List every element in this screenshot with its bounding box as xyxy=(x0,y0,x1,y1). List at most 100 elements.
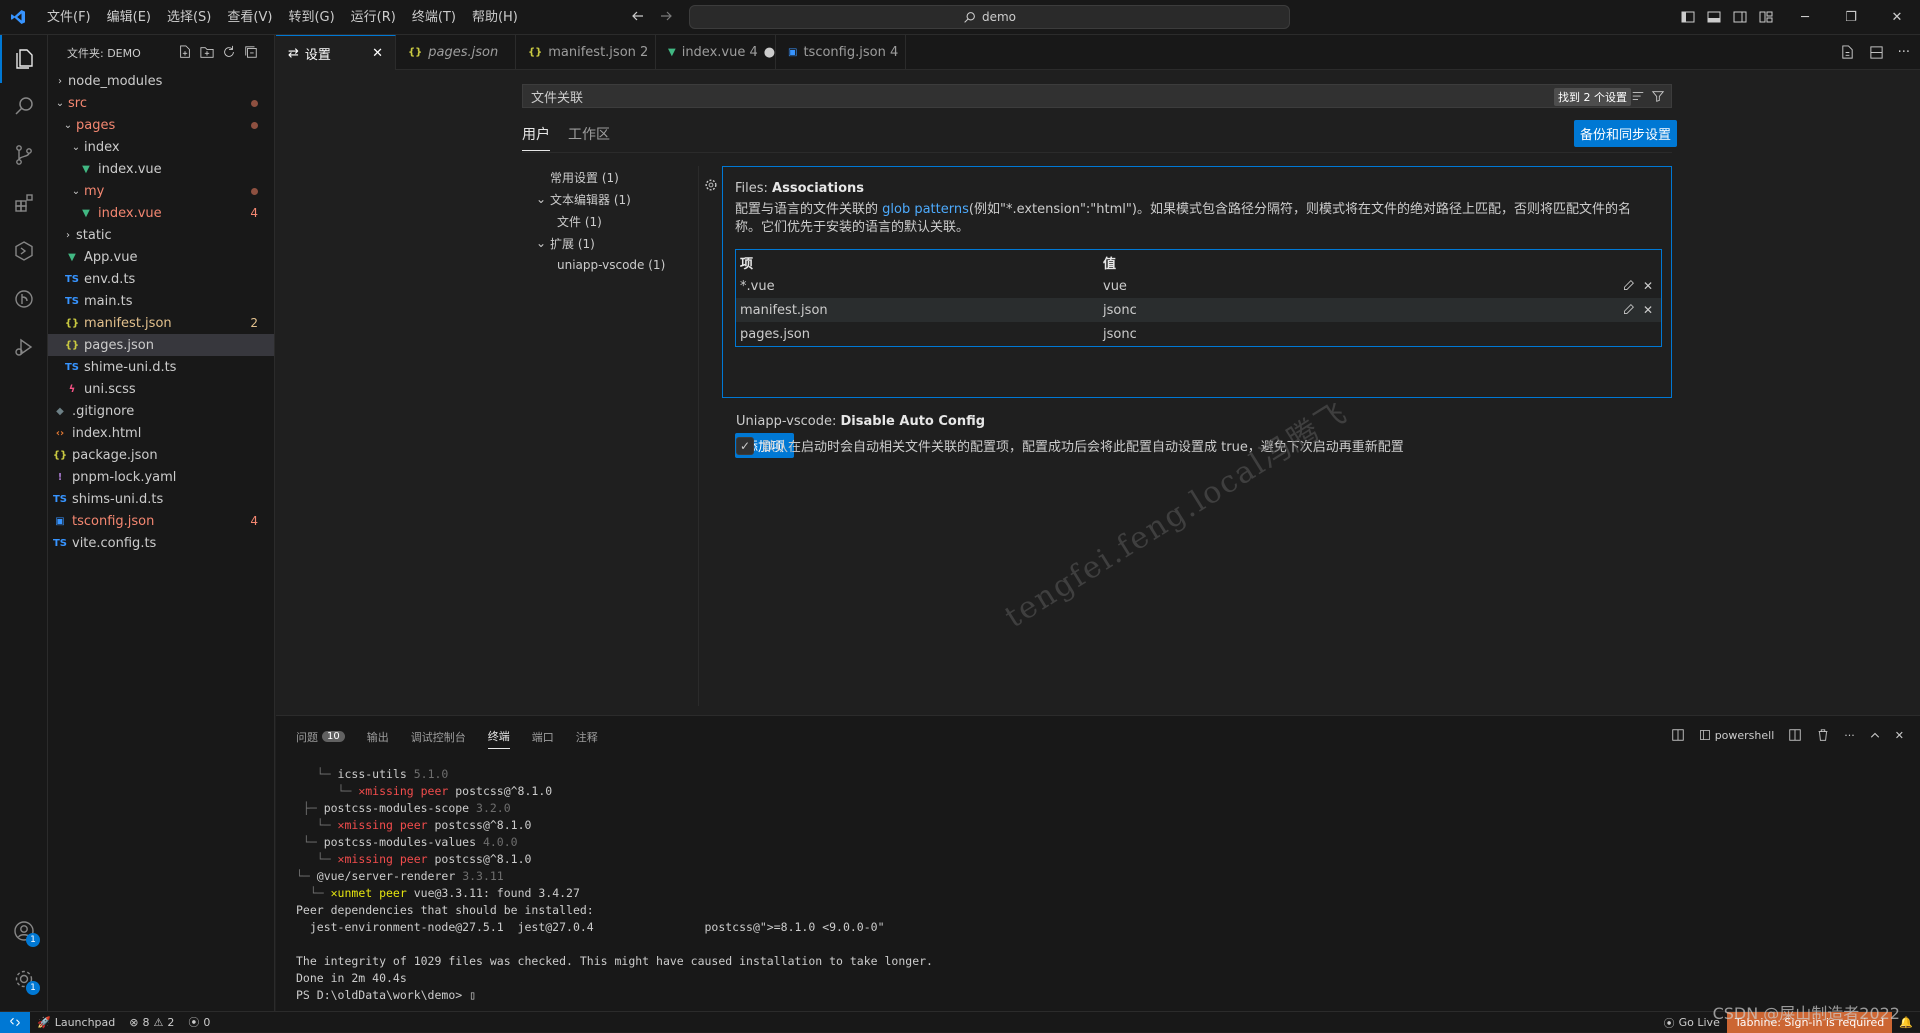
back-arrow-icon[interactable] xyxy=(630,8,646,24)
tree-file-gitignore[interactable]: ◆ .gitignore xyxy=(48,400,274,422)
split-editor-icon[interactable] xyxy=(1869,45,1884,60)
tab-settings[interactable]: ⇄ 设置 ✕ xyxy=(276,35,396,70)
restore-icon[interactable]: ❐ xyxy=(1828,0,1874,35)
tree-file-shims-uni-d-ts[interactable]: TS shims-uni.d.ts xyxy=(48,488,274,510)
toc-common[interactable]: 常用设置 (1) xyxy=(536,166,676,188)
terminal-output[interactable]: └─ icss-utils 5.1.0 └─ ✕missing peer pos… xyxy=(296,766,933,1004)
search-icon[interactable] xyxy=(0,83,48,131)
tab-problems[interactable]: 问题 10 xyxy=(296,728,345,749)
tab-debug-console[interactable]: 调试控制台 xyxy=(411,728,466,749)
unsaved-dot-icon[interactable]: ● xyxy=(764,45,775,60)
tab-ports[interactable]: 端口 xyxy=(532,728,554,749)
run-debug-icon[interactable] xyxy=(0,323,48,371)
glob-patterns-link[interactable]: glob patterns xyxy=(882,202,969,217)
close-tab-icon[interactable]: ✕ xyxy=(372,46,383,61)
table-row[interactable]: pages.json jsonc xyxy=(736,322,1661,346)
forward-arrow-icon[interactable] xyxy=(658,8,674,24)
toc-uniapp-vscode[interactable]: uniapp-vscode (1) xyxy=(536,254,676,276)
tree-file-index-vue[interactable]: ▼ index.vue xyxy=(48,158,274,180)
more-actions-icon[interactable]: ··· xyxy=(1844,729,1855,742)
tab-workspace[interactable]: 工作区 xyxy=(568,124,610,151)
tab-user[interactable]: 用户 xyxy=(522,124,550,151)
new-folder-icon[interactable] xyxy=(200,45,214,59)
tab-comments[interactable]: 注释 xyxy=(576,728,598,749)
accounts-icon[interactable]: 1 xyxy=(0,907,48,955)
table-row[interactable]: *.vue vue ✕ xyxy=(736,274,1661,298)
menu-selection[interactable]: 选择(S) xyxy=(159,0,219,35)
close-panel-icon[interactable]: ✕ xyxy=(1895,729,1904,742)
menu-help[interactable]: 帮助(H) xyxy=(464,0,526,35)
edit-item-icon[interactable] xyxy=(1622,279,1635,293)
menu-go[interactable]: 转到(G) xyxy=(280,0,342,35)
tree-file-index-html[interactable]: ‹› index.html xyxy=(48,422,274,444)
tab-index-vue[interactable]: ▼ index.vue 4 ● xyxy=(656,35,776,70)
tree-file-app-vue[interactable]: ▼ App.vue xyxy=(48,246,274,268)
open-settings-json-icon[interactable] xyxy=(1840,45,1855,60)
table-row[interactable]: manifest.json jsonc ✕ xyxy=(736,298,1661,322)
maximize-panel-icon[interactable] xyxy=(1869,729,1881,741)
tree-file-my-index-vue[interactable]: ▼ index.vue 4 xyxy=(48,202,274,224)
menu-view[interactable]: 查看(V) xyxy=(219,0,280,35)
remove-item-icon[interactable]: ✕ xyxy=(1643,303,1653,317)
toc-extensions[interactable]: ⌄ 扩展 (1) xyxy=(536,232,676,254)
gitlens-icon[interactable] xyxy=(0,275,48,323)
manage-gear-icon[interactable]: 1 xyxy=(0,955,48,1003)
tree-folder-pages[interactable]: ⌄ pages xyxy=(48,114,274,136)
close-window-icon[interactable]: ✕ xyxy=(1874,0,1920,35)
toc-text-editor[interactable]: ⌄ 文本编辑器 (1) xyxy=(536,188,676,210)
command-center-search[interactable]: demo xyxy=(689,5,1290,29)
remove-item-icon[interactable]: ✕ xyxy=(1643,279,1653,293)
extensions-icon[interactable] xyxy=(0,179,48,227)
tree-file-env-d-ts[interactable]: TS env.d.ts xyxy=(48,268,274,290)
tree-file-vite-config-ts[interactable]: TS vite.config.ts xyxy=(48,532,274,554)
tab-terminal[interactable]: 终端 xyxy=(487,728,510,749)
tab-pages-json[interactable]: {} pages.json xyxy=(396,35,516,70)
clear-filter-icon[interactable] xyxy=(1631,89,1645,103)
toc-files[interactable]: 文件 (1) xyxy=(536,210,676,232)
kill-terminal-icon[interactable] xyxy=(1816,728,1830,742)
menu-edit[interactable]: 编辑(E) xyxy=(99,0,159,35)
explorer-icon[interactable] xyxy=(0,35,48,83)
problems-status[interactable]: ⊗ 8 ⚠ 2 xyxy=(122,1016,181,1029)
settings-search-input[interactable]: 文件关联 找到 2 个设置 xyxy=(522,84,1672,108)
setting-gear-icon[interactable] xyxy=(704,178,718,192)
menu-terminal[interactable]: 终端(T) xyxy=(404,0,464,35)
edit-item-icon[interactable] xyxy=(1622,303,1635,317)
menu-run[interactable]: 运行(R) xyxy=(343,0,404,35)
tree-file-shime-uni-d-ts[interactable]: TS shime-uni.d.ts xyxy=(48,356,274,378)
tree-folder-src[interactable]: ⌄ src xyxy=(48,92,274,114)
tree-file-main-ts[interactable]: TS main.ts xyxy=(48,290,274,312)
tab-output[interactable]: 输出 xyxy=(367,728,389,749)
collapse-all-icon[interactable] xyxy=(244,45,258,59)
ports-status[interactable]: ⦿ 0 xyxy=(181,1014,217,1030)
tree-folder-node-modules[interactable]: › node_modules xyxy=(48,70,274,92)
launchpad-item[interactable]: 🚀 Launchpad xyxy=(30,1016,122,1029)
toggle-primary-sidebar-icon[interactable] xyxy=(1680,9,1696,25)
tree-file-pages-json[interactable]: {} pages.json xyxy=(48,334,274,356)
filter-icon[interactable] xyxy=(1651,89,1665,103)
tab-manifest-json[interactable]: {} manifest.json 2 xyxy=(516,35,656,70)
source-control-icon[interactable] xyxy=(0,131,48,179)
disable-auto-config-checkbox[interactable]: ✓ xyxy=(736,436,754,455)
split-terminal-icon[interactable] xyxy=(1788,728,1802,742)
minimize-icon[interactable]: ─ xyxy=(1782,0,1828,35)
remote-indicator-icon[interactable] xyxy=(0,1011,30,1033)
menu-file[interactable]: 文件(F) xyxy=(39,0,99,35)
tree-folder-static[interactable]: › static xyxy=(48,224,274,246)
tree-folder-index[interactable]: ⌄ index xyxy=(48,136,274,158)
tree-file-package-json[interactable]: {} package.json xyxy=(48,444,274,466)
customize-layout-icon[interactable] xyxy=(1758,9,1774,25)
backup-sync-button[interactable]: 备份和同步设置 xyxy=(1574,120,1678,147)
tree-folder-my[interactable]: ⌄ my xyxy=(48,180,274,202)
tree-file-manifest-json[interactable]: {} manifest.json 2 xyxy=(48,312,274,334)
tree-file-tsconfig-json[interactable]: ▣ tsconfig.json 4 xyxy=(48,510,274,532)
tree-file-pnpm-lock-yaml[interactable]: ! pnpm-lock.yaml xyxy=(48,466,274,488)
remote-explorer-icon[interactable] xyxy=(0,227,48,275)
new-terminal-layout-icon[interactable] xyxy=(1671,728,1685,742)
tab-tsconfig-json[interactable]: ▣ tsconfig.json 4 xyxy=(776,35,906,70)
toggle-secondary-sidebar-icon[interactable] xyxy=(1732,9,1748,25)
new-file-icon[interactable] xyxy=(178,45,192,59)
terminal-shell-selector[interactable]: powershell xyxy=(1699,729,1774,742)
tree-file-uni-scss[interactable]: ϟ uni.scss xyxy=(48,378,274,400)
toggle-panel-icon[interactable] xyxy=(1706,9,1722,25)
